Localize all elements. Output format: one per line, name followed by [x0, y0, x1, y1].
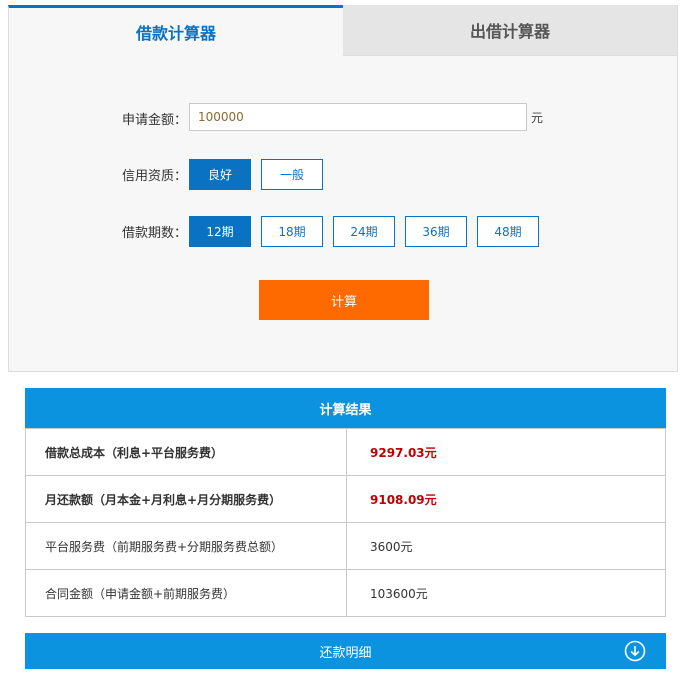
table-row: 合同金额（申请金额+前期服务费） 103600元 [25, 569, 666, 617]
result-value-monthly-payment: 9108.09元 [346, 475, 666, 523]
result-title: 计算结果 [25, 388, 666, 428]
repayment-detail-label: 还款明细 [319, 645, 372, 661]
result-value-total-cost: 9297.03元 [346, 428, 666, 476]
result-table: 借款总成本（利息+平台服务费） 9297.03元 月还款额（月本金+月利息+月分… [25, 428, 666, 617]
result-value-contract-amount: 103600元 [346, 569, 666, 617]
term-option-24[interactable]: 24期 [333, 216, 395, 247]
result-label-monthly-payment: 月还款额（月本金+月利息+月分期服务费） [25, 475, 347, 523]
result-label-platform-fee: 平台服务费（前期服务费+分期服务费总额） [25, 522, 347, 570]
credit-label: 信用资质： [121, 169, 187, 184]
amount-unit: 元 [531, 111, 544, 125]
amount-input[interactable] [189, 103, 527, 131]
arrow-down-circle-icon [624, 640, 646, 662]
term-label: 借款期数： [121, 226, 187, 241]
table-row: 月还款额（月本金+月利息+月分期服务费） 9108.09元 [25, 475, 666, 523]
result-section: 计算结果 借款总成本（利息+平台服务费） 9297.03元 月还款额（月本金+月… [25, 388, 666, 617]
calculator-form-panel: 申请金额： 元 信用资质： 良好 一般 借款期数： 12期 18期 24期 36… [8, 56, 678, 372]
credit-option-good[interactable]: 良好 [189, 159, 251, 190]
term-option-36[interactable]: 36期 [405, 216, 467, 247]
result-label-total-cost: 借款总成本（利息+平台服务费） [25, 428, 347, 476]
tab-lending-calculator[interactable]: 出借计算器 [343, 5, 678, 56]
term-option-48[interactable]: 48期 [477, 216, 539, 247]
amount-label: 申请金额： [121, 113, 187, 128]
calculator-tabs: 借款计算器 出借计算器 [8, 5, 678, 56]
calculate-button[interactable]: 计算 [259, 280, 429, 320]
repayment-detail-button[interactable]: 还款明细 [25, 633, 666, 669]
term-option-18[interactable]: 18期 [261, 216, 323, 247]
term-option-12[interactable]: 12期 [189, 216, 251, 247]
credit-option-normal[interactable]: 一般 [261, 159, 323, 190]
result-value-platform-fee: 3600元 [346, 522, 666, 570]
result-label-contract-amount: 合同金额（申请金额+前期服务费） [25, 569, 347, 617]
table-row: 平台服务费（前期服务费+分期服务费总额） 3600元 [25, 522, 666, 570]
table-row: 借款总成本（利息+平台服务费） 9297.03元 [25, 428, 666, 476]
tab-loan-calculator[interactable]: 借款计算器 [8, 5, 343, 56]
